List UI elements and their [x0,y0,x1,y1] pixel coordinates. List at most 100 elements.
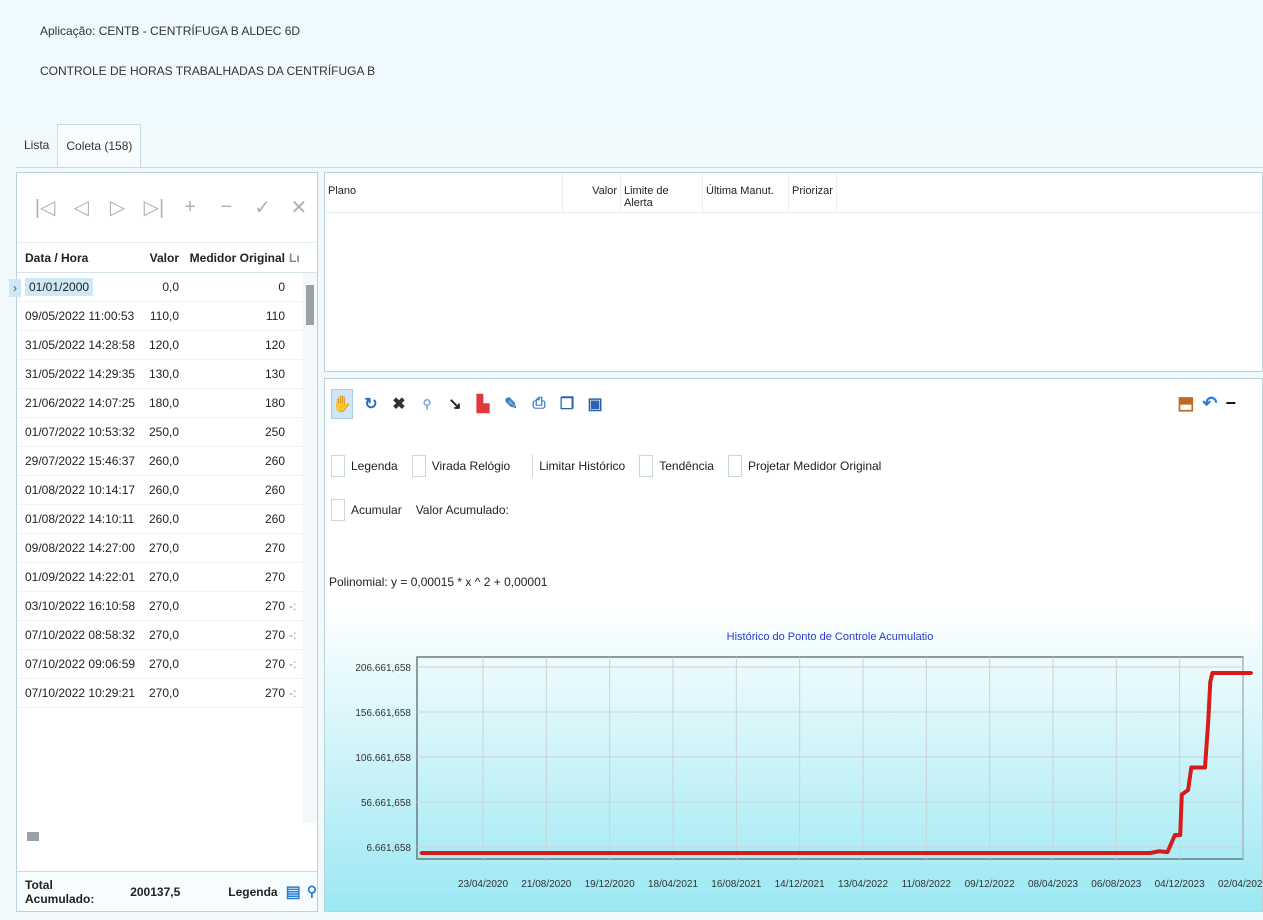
cell-medidor[interactable]: 270 [185,686,289,700]
cell-medidor[interactable]: 250 [185,425,289,439]
cell-valor[interactable]: 180,0 [145,396,185,410]
cell-extra[interactable]: -: [289,628,301,642]
cell-datahora[interactable]: 21/06/2022 14:07:25 [17,396,145,410]
print-icon[interactable]: ⎙ [529,392,549,416]
table-row[interactable]: 07/10/2022 10:29:21 270,0 270 -: [17,679,317,708]
virada-checkbox[interactable]: Virada Relógio [411,455,510,477]
cell-datahora[interactable]: 03/10/2022 16:10:58 [17,599,145,613]
cell-valor[interactable]: 250,0 [145,425,185,439]
remove-record-icon[interactable]: − [208,196,244,219]
table-row[interactable]: 07/10/2022 09:06:59 270,0 270 -: [17,650,317,679]
table-row[interactable]: 07/10/2022 08:58:32 270,0 270 -: [17,621,317,650]
table-row[interactable]: 09/08/2022 14:27:00 270,0 270 [17,534,317,563]
limitar-checkbox[interactable]: Limitar Histórico [532,455,625,477]
cell-datahora[interactable]: 01/08/2022 10:14:17 [17,483,145,497]
acumular-checkbox[interactable]: Acumular [331,499,402,521]
cell-medidor[interactable]: 270 [185,599,289,613]
zoom-icon[interactable]: ⚲ [417,392,437,416]
cell-valor[interactable]: 270,0 [145,541,185,555]
grid-vertical-scrollbar[interactable] [303,273,317,823]
cell-datahora[interactable]: 01/09/2022 14:22:01 [17,570,145,584]
cell-datahora[interactable]: 09/05/2022 11:00:53 [17,309,145,323]
table-row[interactable]: 09/05/2022 11:00:53 110,0 110 [17,302,317,331]
line-tool-icon[interactable]: ↘ [445,392,465,416]
cell-datahora[interactable]: › 01/01/2000 [9,278,145,297]
plan-col-priorizar[interactable]: Priorizar [789,173,837,212]
cell-medidor[interactable]: 270 [185,628,289,642]
cell-medidor[interactable]: 270 [185,657,289,671]
confirm-record-icon[interactable]: ✓ [245,195,281,220]
cell-datahora[interactable]: 07/10/2022 09:06:59 [17,657,145,671]
edit-icon[interactable]: ✎ [501,392,521,416]
horizontal-scroll-thumb[interactable] [27,832,39,841]
add-record-icon[interactable]: + [172,196,208,219]
table-row[interactable]: 29/07/2022 15:46:37 260,0 260 [17,447,317,476]
bar-chart-icon[interactable]: ▙ [473,392,493,416]
cell-valor[interactable]: 260,0 [145,483,185,497]
cell-valor[interactable]: 270,0 [145,628,185,642]
save-icon[interactable]: ▣ [585,392,605,416]
last-record-icon[interactable]: ▷| [136,195,172,220]
minimize-icon[interactable]: − [1225,393,1236,414]
document-icon[interactable]: ▤ [286,882,301,902]
table-row[interactable]: › 01/01/2000 0,0 0 [9,273,317,302]
cell-datahora[interactable]: 29/07/2022 15:46:37 [17,454,145,468]
cell-medidor[interactable]: 270 [185,541,289,555]
tab-lista[interactable]: Lista [16,124,57,168]
col-header-medidor[interactable]: Medidor Original [185,251,289,265]
pan-hand-icon[interactable]: ✋ [331,389,353,419]
prev-record-icon[interactable]: ◁ [63,195,99,220]
plan-col-valor[interactable]: Valor [563,173,621,212]
cell-valor[interactable]: 270,0 [145,686,185,700]
cell-valor[interactable]: 120,0 [145,338,185,352]
cell-valor[interactable]: 0,0 [145,280,185,294]
table-row[interactable]: 03/10/2022 16:10:58 270,0 270 -: [17,592,317,621]
tendencia-checkbox[interactable]: Tendência [639,455,714,477]
vertical-scroll-thumb[interactable] [306,285,314,325]
col-header-extra[interactable]: Lı [289,251,301,265]
cell-valor[interactable]: 270,0 [145,657,185,671]
cell-datahora[interactable]: 01/07/2022 10:53:32 [17,425,145,439]
export-icon[interactable]: ⬒ [1177,393,1194,414]
refresh-icon[interactable]: ↻ [361,392,381,416]
cell-valor[interactable]: 130,0 [145,367,185,381]
cell-medidor[interactable]: 180 [185,396,289,410]
table-row[interactable]: 01/08/2022 10:14:17 260,0 260 [17,476,317,505]
col-header-valor[interactable]: Valor [145,251,185,265]
cell-datahora[interactable]: 01/08/2022 14:10:11 [17,512,145,526]
table-row[interactable]: 01/07/2022 10:53:32 250,0 250 [17,418,317,447]
cell-valor[interactable]: 110,0 [145,309,185,323]
cell-valor[interactable]: 260,0 [145,454,185,468]
cell-valor[interactable]: 270,0 [145,570,185,584]
cell-datahora[interactable]: 09/08/2022 14:27:00 [17,541,145,555]
projetar-checkbox[interactable]: Projetar Medidor Original [727,455,881,477]
cell-extra[interactable]: -: [289,657,301,671]
cell-datahora[interactable]: 07/10/2022 08:58:32 [17,628,145,642]
tab-coleta[interactable]: Coleta (158) [57,124,142,168]
cell-medidor[interactable]: 120 [185,338,289,352]
col-header-datahora[interactable]: Data / Hora [17,251,145,265]
plan-col-limite[interactable]: Limite de Alerta [621,173,703,212]
plan-col-ultima[interactable]: Última Manut. [703,173,789,212]
table-row[interactable]: 01/09/2022 14:22:01 270,0 270 [17,563,317,592]
table-row[interactable]: 31/05/2022 14:29:35 130,0 130 [17,360,317,389]
next-record-icon[interactable]: ▷ [100,195,136,220]
cell-medidor[interactable]: 110 [185,309,289,323]
cell-valor[interactable]: 270,0 [145,599,185,613]
table-row[interactable]: 31/05/2022 14:28:58 120,0 120 [17,331,317,360]
cell-extra[interactable]: -: [289,686,301,700]
copy-icon[interactable]: ❐ [557,392,577,416]
cell-extra[interactable]: -: [289,599,301,613]
table-row[interactable]: 21/06/2022 14:07:25 180,0 180 [17,389,317,418]
grid-horizontal-scrollbar[interactable] [17,828,305,844]
cell-medidor[interactable]: 260 [185,512,289,526]
cancel-record-icon[interactable]: ✕ [281,195,317,220]
table-row[interactable]: 01/08/2022 14:10:11 260,0 260 [17,505,317,534]
cell-medidor[interactable]: 0 [185,280,289,294]
cell-datahora[interactable]: 31/05/2022 14:29:35 [17,367,145,381]
cell-valor[interactable]: 260,0 [145,512,185,526]
cell-medidor[interactable]: 270 [185,570,289,584]
undo-icon[interactable]: ↶ [1202,393,1217,414]
cell-medidor[interactable]: 130 [185,367,289,381]
cell-medidor[interactable]: 260 [185,483,289,497]
